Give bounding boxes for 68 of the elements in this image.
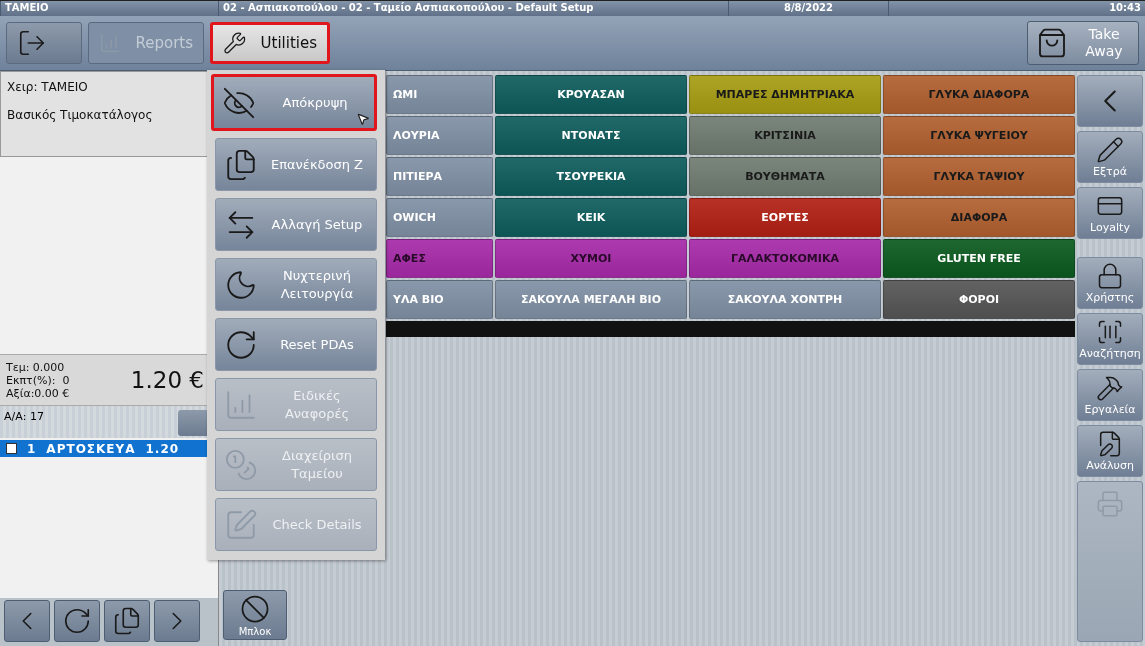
category-button[interactable]: ΤΣΟΥΡΕΚΙΑ (495, 157, 687, 196)
category-button[interactable]: ΚΕΙΚ (495, 198, 687, 237)
back-button[interactable] (1077, 75, 1143, 127)
info-text: Χειρ: ΤΑΜΕΙΟ (7, 80, 89, 94)
category-button[interactable]: ΛΟΥΡΙΑ (386, 116, 493, 155)
barcode-icon (1096, 318, 1124, 346)
exit-icon (17, 28, 47, 58)
line-qty: 1 (27, 441, 37, 456)
loyalty-button[interactable]: Loyalty (1077, 187, 1143, 239)
take-away-button[interactable]: Take Away (1027, 21, 1139, 65)
category-button[interactable]: ΑΦΕΣ (386, 239, 493, 278)
analysis-button[interactable]: Ανάλυση (1077, 425, 1143, 477)
block-button[interactable]: Μπλοκ (223, 590, 287, 640)
refresh-icon (62, 606, 92, 636)
category-button[interactable]: ΓΛΥΚΑ ΔΙΑΦΟΡΑ (883, 75, 1075, 114)
category-button[interactable]: GLUTEN FREE (883, 239, 1075, 278)
search-button[interactable]: Αναζήτηση (1077, 313, 1143, 365)
category-button[interactable]: ΚΡΟΥΑΣΑΝ (495, 75, 687, 114)
category-button[interactable]: ΥΛΑ ΒΙΟ (386, 280, 493, 319)
info-text: Βασικός Τιμοκατάλογος (7, 108, 154, 122)
menu-item[interactable]: Νυχτερινή Λειτουργία (215, 258, 377, 311)
edit-icon (224, 507, 258, 542)
user-button[interactable]: Χρήστης (1077, 257, 1143, 309)
documents-icon (112, 606, 142, 636)
category-button[interactable]: ΓΛΥΚΑ ΨΥΓΕΙΟΥ (883, 116, 1075, 155)
menu-item[interactable]: Απόκρυψη (211, 74, 377, 131)
category-button[interactable]: ΒΟΥΘΗΜΑΤΑ (689, 157, 881, 196)
category-button[interactable]: ΧΥΜΟΙ (495, 239, 687, 278)
bag-icon (1036, 27, 1068, 59)
category-button[interactable]: ΣΑΚΟΥΛΑ ΜΕΓΑΛΗ ΒΙΟ (495, 280, 687, 319)
utilities-button[interactable]: Utilities (210, 22, 330, 64)
category-button[interactable]: ΓΛΥΚΑ ΤΑΨΙΟΥ (883, 157, 1075, 196)
category-button[interactable]: ΣΑΚΟΥΛΑ ΧΟΝΤΡΗ (689, 280, 881, 319)
order-number: Α/Α: 17 (4, 410, 44, 425)
documents-icon (224, 147, 258, 182)
line-name: ΑΡΤΟΣΚΕΥΑ (46, 441, 136, 456)
tools-icon (1096, 374, 1124, 402)
total-line: Εκπτ(%): 0 (6, 373, 70, 387)
category-button[interactable]: ΟWICH (386, 198, 493, 237)
eye-slash-icon (222, 85, 256, 120)
extras-button[interactable]: Εξτρά (1077, 131, 1143, 183)
lock-icon (1096, 262, 1124, 290)
category-button[interactable]: ΔΙΑΦΟΡΑ (883, 198, 1075, 237)
coins-icon (224, 447, 258, 482)
category-button[interactable]: ΕΟΡΤΕΣ (689, 198, 881, 237)
total-line: Τεμ: 0.000 (6, 360, 66, 374)
tools-button[interactable]: Εργαλεία (1077, 369, 1143, 421)
category-button[interactable]: ΜΠΑΡΕΣ ΔΗΜΗΤΡΙΑΚΑ (689, 75, 881, 114)
exit-button[interactable] (6, 22, 82, 64)
checkbox[interactable] (6, 443, 17, 454)
total-line: Αξία:0.00 € (6, 386, 70, 400)
total-amount: 1.20 € (130, 367, 204, 393)
menu-item[interactable]: Αλλαγή Setup (215, 198, 377, 251)
line-price: 1.20 (145, 441, 180, 456)
category-button[interactable]: ΓΑΛΑΚΤΟΚΟΜΙΚΑ (689, 239, 881, 278)
category-button[interactable]: ΩΜΙ (386, 75, 493, 114)
mouse-pointer-icon (356, 112, 370, 126)
category-button[interactable]: ΠΙΤΙΕΡΑ (386, 157, 493, 196)
printer-icon (1096, 490, 1124, 518)
category-button[interactable]: ΝΤΟΝΑΤΣ (495, 116, 687, 155)
no-entry-icon (240, 594, 270, 624)
pencil-icon (1096, 136, 1124, 164)
menu-item[interactable]: Επανέκδοση Ζ (215, 138, 377, 191)
nav-button[interactable] (54, 600, 100, 642)
category-button[interactable]: ΚΡΙΤΣΙΝΙΑ (689, 116, 881, 155)
menu-item[interactable]: Reset PDAs (215, 318, 377, 371)
nav-button[interactable] (104, 600, 150, 642)
category-button[interactable]: ΦΟΡΟΙ (883, 280, 1075, 319)
